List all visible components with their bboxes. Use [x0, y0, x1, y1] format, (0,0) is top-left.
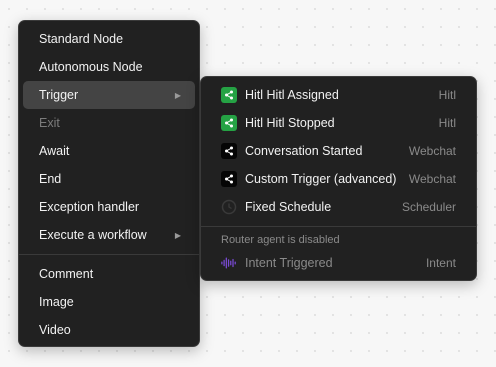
menu-item-label: Video [39, 323, 71, 337]
trigger-item-label: Custom Trigger (advanced) [245, 172, 397, 186]
menu-item-label: Image [39, 295, 74, 309]
menu-item-end[interactable]: End [23, 165, 195, 193]
menu-item-image[interactable]: Image [23, 288, 195, 316]
trigger-item-hitl-stopped[interactable]: Hitl Hitl Stopped Hitl [201, 109, 476, 137]
trigger-item-conversation-started[interactable]: Conversation Started Webchat [201, 137, 476, 165]
chevron-right-icon: ▶ [174, 230, 181, 240]
trigger-item-label: Hitl Hitl Assigned [245, 88, 339, 102]
trigger-item-custom-trigger[interactable]: Custom Trigger (advanced) Webchat [201, 165, 476, 193]
trigger-item-label: Fixed Schedule [245, 200, 332, 214]
share-icon [221, 87, 237, 103]
submenu-divider [201, 226, 476, 227]
menu-divider [19, 254, 199, 255]
menu-item-execute-workflow[interactable]: Execute a workflow ▶ [23, 221, 195, 249]
chevron-right-icon: ▶ [174, 90, 181, 100]
menu-item-label: End [39, 172, 62, 186]
menu-item-label: Standard Node [39, 32, 124, 46]
trigger-item-hitl-assigned[interactable]: Hitl Hitl Assigned Hitl [201, 81, 476, 109]
trigger-item-category: Hitl [438, 116, 456, 130]
waveform-icon [221, 255, 237, 271]
share-icon [221, 143, 237, 159]
trigger-item-category: Hitl [438, 88, 456, 102]
node-type-menu: Standard Node Autonomous Node Trigger ▶ E… [18, 20, 200, 347]
menu-item-label: Trigger [39, 88, 79, 102]
menu-item-label: Await [39, 144, 70, 158]
share-icon [221, 115, 237, 131]
trigger-item-label: Conversation Started [245, 144, 363, 158]
menu-item-label: Autonomous Node [39, 60, 143, 74]
trigger-item-category: Scheduler [401, 200, 456, 214]
menu-item-trigger[interactable]: Trigger ▶ [23, 81, 195, 109]
menu-item-await[interactable]: Await [23, 137, 195, 165]
share-icon [221, 171, 237, 187]
router-disabled-note: Router agent is disabled [221, 234, 340, 246]
menu-item-comment[interactable]: Comment [23, 260, 195, 288]
menu-item-label: Exit [39, 116, 60, 130]
trigger-item-label: Hitl Hitl Stopped [245, 116, 335, 130]
clock-icon [221, 199, 237, 215]
trigger-item-category: Intent [425, 256, 456, 270]
menu-item-autonomous-node[interactable]: Autonomous Node [23, 53, 195, 81]
menu-item-label: Execute a workflow [39, 228, 147, 242]
trigger-submenu: Hitl Hitl Assigned Hitl Hitl Hitl Stoppe… [200, 76, 477, 281]
trigger-item-label: Intent Triggered [245, 256, 333, 270]
menu-item-exit: Exit [23, 109, 195, 137]
menu-item-video[interactable]: Video [23, 316, 195, 344]
trigger-item-category: Webchat [408, 172, 456, 186]
menu-item-label: Comment [39, 267, 94, 281]
trigger-item-intent-triggered: Intent Triggered Intent [201, 249, 476, 277]
trigger-item-fixed-schedule[interactable]: Fixed Schedule Scheduler [201, 193, 476, 221]
menu-item-label: Exception handler [39, 200, 140, 214]
trigger-item-category: Webchat [408, 144, 456, 158]
menu-item-exception-handler[interactable]: Exception handler [23, 193, 195, 221]
menu-item-standard-node[interactable]: Standard Node [23, 25, 195, 53]
